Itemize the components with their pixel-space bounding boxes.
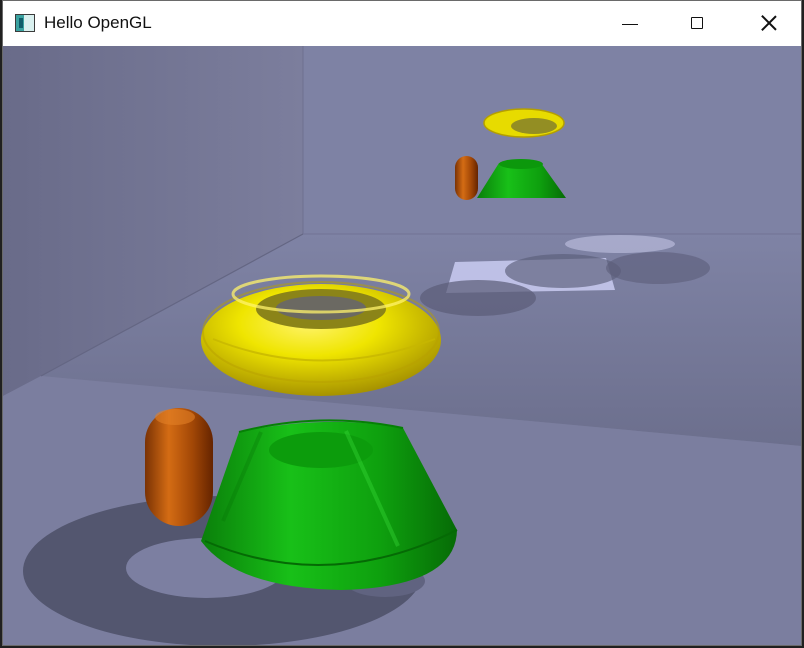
rendered-3d-scene — [3, 46, 801, 645]
title-bar[interactable]: Hello OpenGL — [3, 1, 801, 46]
app-icon[interactable] — [15, 14, 35, 32]
close-button[interactable] — [733, 1, 801, 46]
close-icon — [761, 15, 777, 31]
window-title: Hello OpenGL — [44, 13, 152, 32]
maximize-button[interactable] — [663, 1, 733, 46]
minimize-button[interactable] — [593, 1, 663, 46]
minimize-icon — [622, 24, 638, 25]
maximize-icon — [691, 17, 703, 29]
opengl-viewport[interactable] — [3, 46, 801, 645]
app-window: Hello OpenGL — [2, 0, 802, 646]
